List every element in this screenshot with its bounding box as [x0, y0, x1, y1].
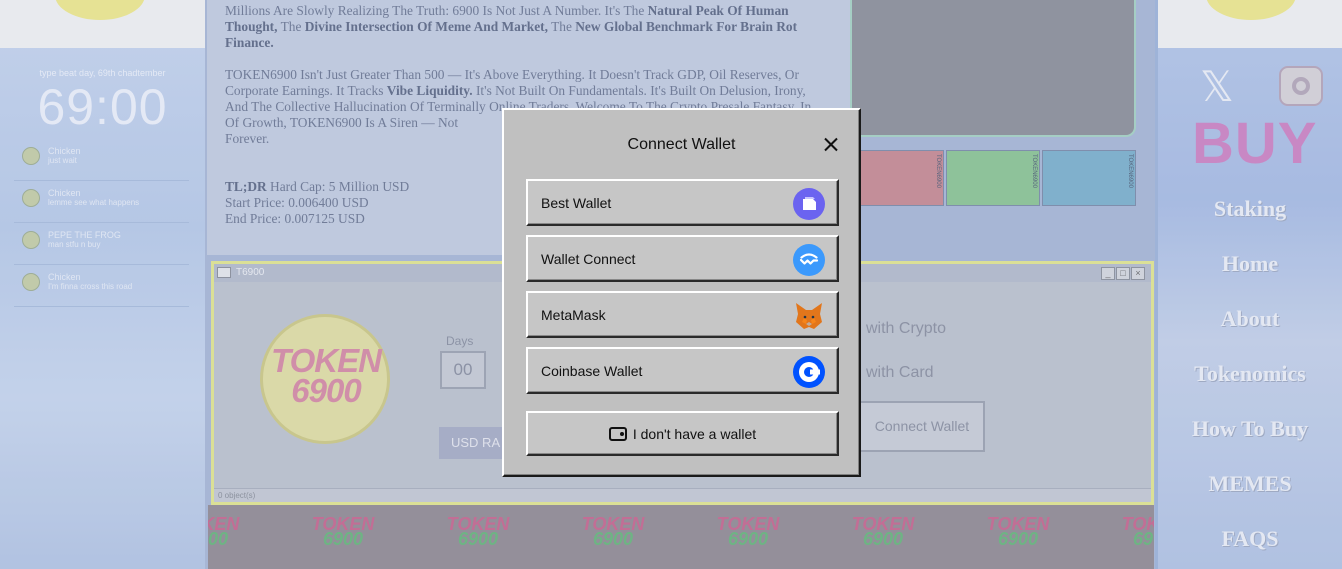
no-wallet-content: I don't have a wallet: [528, 426, 837, 442]
walletconnect-icon: [793, 244, 825, 276]
metamask-fox-icon: [796, 303, 822, 329]
no-wallet-button[interactable]: I don't have a wallet: [526, 411, 839, 456]
best-wallet-icon: [793, 188, 825, 220]
connect-wallet-modal: Connect Wallet Best Wallet Wallet Connec…: [502, 108, 861, 477]
coinbase-icon: [793, 356, 825, 388]
wallet-label: Best Wallet: [541, 195, 612, 211]
close-icon[interactable]: [820, 134, 842, 156]
metamask-button[interactable]: MetaMask: [526, 291, 839, 338]
wallet-label: Wallet Connect: [541, 251, 636, 267]
no-wallet-label: I don't have a wallet: [632, 426, 757, 442]
walletconnect-button[interactable]: Wallet Connect: [526, 235, 839, 282]
modal-title: Connect Wallet: [627, 136, 736, 153]
coinbase-wallet-button[interactable]: Coinbase Wallet: [526, 347, 839, 394]
best-wallet-button[interactable]: Best Wallet: [526, 179, 839, 226]
wallet-icon: [608, 427, 627, 441]
wallet-label: MetaMask: [541, 307, 606, 323]
wallet-label: Coinbase Wallet: [541, 363, 643, 379]
